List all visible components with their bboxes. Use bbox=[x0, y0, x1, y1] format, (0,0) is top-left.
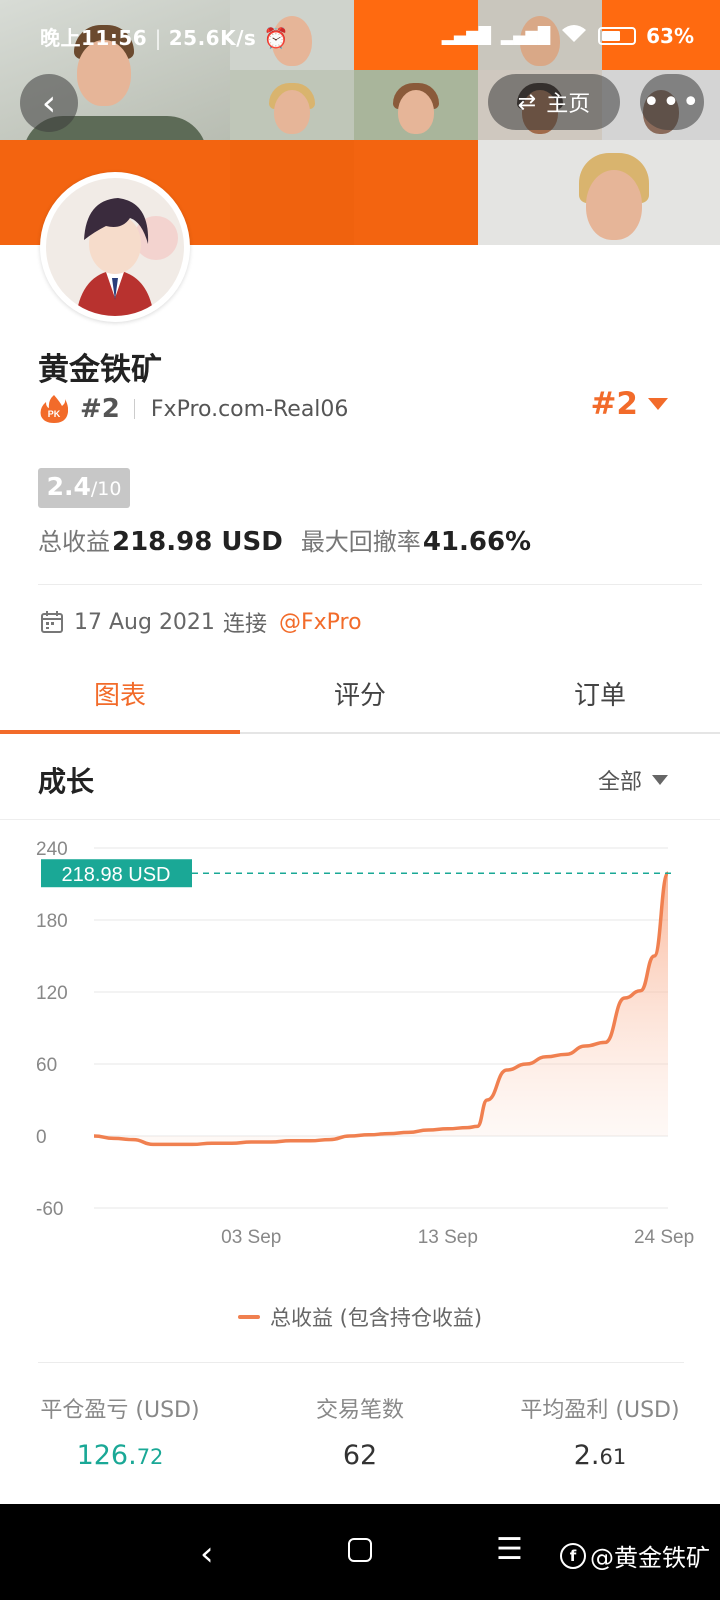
score-badge: 2.4 /10 bbox=[38, 468, 130, 508]
divider bbox=[38, 584, 702, 585]
y-tick-label: -60 bbox=[36, 1199, 63, 1220]
network-speed-text: 25.6K/s bbox=[168, 26, 257, 50]
stat-value: 126.72 bbox=[76, 1440, 164, 1471]
stat-label: 平均盈利 (USD) bbox=[520, 1398, 680, 1423]
x-tick-label: 24 Sep bbox=[634, 1227, 694, 1248]
system-nav-bar: ‹ ☰ f @黄金铁矿 bbox=[0, 1504, 720, 1600]
y-tick-label: 0 bbox=[36, 1127, 47, 1148]
connect-row: 17 Aug 2021 连接 @FxPro bbox=[40, 606, 362, 638]
tab-rating[interactable]: 评分 bbox=[240, 654, 480, 732]
banner-photo bbox=[478, 140, 720, 245]
calendar-icon bbox=[41, 611, 63, 633]
nav-menu-icon[interactable]: ☰ bbox=[496, 1532, 523, 1567]
range-filter-label: 全部 bbox=[597, 770, 642, 795]
y-tick-label: 60 bbox=[36, 1055, 57, 1076]
banner-tile bbox=[230, 140, 354, 245]
growth-section-header: 成长 全部 bbox=[0, 736, 720, 820]
battery-icon bbox=[598, 26, 637, 45]
y-tick-label: 120 bbox=[36, 983, 68, 1004]
growth-chart: 240 180 120 60 0 -60 03 Sep 13 Sep 24 Sep 218.98 … bbox=[0, 832, 720, 1272]
avatar[interactable] bbox=[40, 172, 190, 322]
rank-row: PK #2 FxPro.com-Real06 bbox=[40, 392, 348, 426]
weibo-logo-icon: f bbox=[560, 1542, 586, 1569]
watermark: f @黄金铁矿 bbox=[560, 1538, 710, 1573]
y-tick-label: 180 bbox=[36, 911, 68, 932]
section-title: 成长 bbox=[38, 765, 95, 798]
score-max: /10 bbox=[90, 478, 122, 500]
more-button[interactable]: ••• bbox=[640, 74, 704, 130]
wifi-icon bbox=[560, 22, 588, 49]
status-bar: 晚上11:56 | 25.6K/s ⏰ ▂▄▆█ ▂▄▆█ 63% bbox=[0, 0, 720, 70]
battery-percent: 63% bbox=[646, 23, 694, 48]
total-profit-label: 总收益 bbox=[38, 528, 110, 556]
chart-legend: 总收益 (包含持仓收益) bbox=[0, 1302, 720, 1332]
watermark-text: @黄金铁矿 bbox=[590, 1544, 710, 1572]
stat-value: 2.61 bbox=[573, 1440, 627, 1471]
tab-bar: 图表 评分 订单 bbox=[0, 654, 720, 734]
back-button[interactable]: ‹ bbox=[20, 74, 78, 132]
banner-photo bbox=[354, 70, 478, 140]
svg-text:PK: PK bbox=[48, 409, 61, 419]
pk-flame-icon: PK bbox=[40, 395, 68, 423]
broker-link[interactable]: @FxPro bbox=[279, 610, 362, 635]
tab-chart[interactable]: 图表 bbox=[0, 654, 240, 734]
avg-profit-stat: 平均盈利 (USD) 2.61 bbox=[480, 1392, 720, 1471]
range-filter-dropdown[interactable]: 全部 bbox=[598, 764, 668, 796]
x-tick-label: 03 Sep bbox=[221, 1227, 281, 1248]
rank-dropdown[interactable]: #2 bbox=[590, 386, 668, 422]
chevron-left-icon: ‹ bbox=[41, 82, 57, 124]
total-profit-value: 218.98 USD bbox=[112, 527, 283, 557]
caret-down-icon bbox=[652, 775, 668, 785]
nav-home-icon[interactable] bbox=[348, 1538, 372, 1562]
more-dots-icon: ••• bbox=[642, 84, 702, 120]
stats-line: 总收益 218.98 USD 最大回撤率 41.66% bbox=[38, 522, 549, 557]
max-drawdown-value: 41.66% bbox=[422, 527, 532, 557]
growth-chart-svg: 240 180 120 60 0 -60 03 Sep 13 Sep 24 Sep 218.98 … bbox=[36, 839, 694, 1248]
x-tick-label: 13 Sep bbox=[418, 1227, 478, 1248]
clock-text: 晚上11:56 bbox=[40, 26, 148, 50]
legend-swatch bbox=[237, 1315, 260, 1319]
current-value-label: 218.98 USD bbox=[62, 864, 171, 886]
summary-stats: 平仓盈亏 (USD) 126.72 交易笔数 62 平均盈利 (USD) 2.6… bbox=[0, 1392, 720, 1471]
home-button[interactable]: ⇄ 主页 bbox=[488, 74, 620, 130]
server-name: FxPro.com-Real06 bbox=[150, 396, 349, 422]
status-time: 晚上11:56 | 25.6K/s ⏰ bbox=[40, 26, 290, 50]
divider bbox=[38, 1362, 684, 1363]
series-area bbox=[94, 873, 668, 1145]
tab-orders[interactable]: 订单 bbox=[480, 654, 720, 732]
status-icons: ▂▄▆█ ▂▄▆█ 63% bbox=[442, 22, 694, 49]
signal-icon: ▂▄▆█ bbox=[441, 26, 491, 45]
max-drawdown-label: 最大回撤率 bbox=[300, 528, 421, 556]
rank-number: #2 bbox=[80, 394, 120, 424]
caret-down-icon bbox=[648, 398, 668, 410]
rank-dropdown-value: #2 bbox=[590, 386, 638, 422]
score-value: 2.4 bbox=[46, 472, 91, 501]
connected-date: 17 Aug 2021 bbox=[74, 609, 215, 635]
trader-name: 黄金铁矿 bbox=[38, 352, 162, 388]
closed-pnl-stat: 平仓盈亏 (USD) 126.72 bbox=[0, 1392, 240, 1471]
home-label: 主页 bbox=[546, 92, 591, 117]
trade-count-stat: 交易笔数 62 bbox=[240, 1392, 480, 1471]
legend-label: 总收益 (包含持仓收益) bbox=[269, 1306, 483, 1330]
divider bbox=[133, 399, 135, 419]
banner-photo bbox=[230, 70, 354, 140]
avatar-image bbox=[46, 178, 184, 316]
nav-back-icon[interactable]: ‹ bbox=[200, 1534, 214, 1574]
banner-tile bbox=[354, 140, 478, 245]
switch-icon: ⇄ bbox=[517, 89, 537, 115]
stat-value: 62 bbox=[342, 1440, 378, 1471]
signal-icon: ▂▄▆█ bbox=[500, 26, 551, 45]
y-tick-label: 240 bbox=[36, 839, 68, 860]
stat-label: 交易笔数 bbox=[315, 1398, 404, 1423]
alarm-icon: ⏰ bbox=[263, 26, 290, 50]
stat-label: 平仓盈亏 (USD) bbox=[40, 1398, 200, 1423]
connected-label: 连接 bbox=[222, 612, 267, 637]
